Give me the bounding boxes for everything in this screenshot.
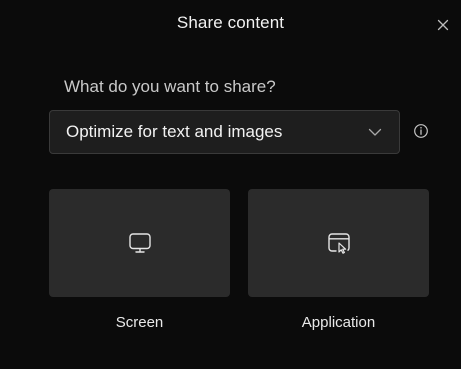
monitor-icon: [128, 233, 151, 253]
application-window-icon: [327, 233, 350, 254]
info-button[interactable]: [412, 122, 430, 140]
share-content-dialog: Share content What do you want to share?…: [0, 0, 461, 369]
optimize-select-value: Optimize for text and images: [66, 122, 283, 141]
share-question-label: What do you want to share?: [64, 77, 276, 96]
close-button[interactable]: [431, 13, 455, 37]
info-icon: [414, 124, 428, 138]
share-screen-option[interactable]: [49, 189, 230, 297]
dialog-title: Share content: [176, 13, 285, 32]
close-icon: [437, 19, 449, 31]
share-screen-label: Screen: [115, 314, 164, 331]
share-application-option[interactable]: [248, 189, 429, 297]
chevron-down-icon: [355, 128, 395, 137]
optimize-select[interactable]: Optimize for text and images: [49, 110, 400, 154]
share-application-label: Application: [301, 314, 376, 331]
